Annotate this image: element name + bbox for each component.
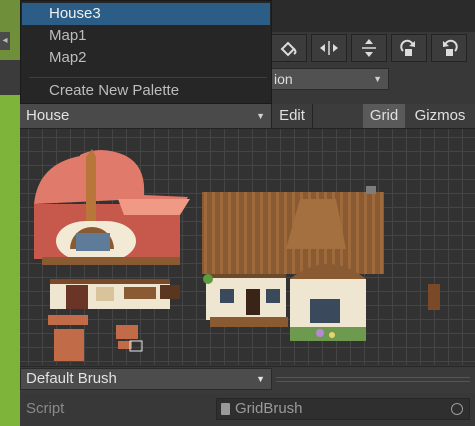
brush-resize-handle[interactable] (276, 377, 470, 382)
object-picker-icon[interactable] (451, 403, 463, 415)
palette-dropdown-value: House (26, 107, 70, 124)
chevron-down-icon: ▼ (256, 111, 265, 121)
palette-tiles-art (34, 149, 440, 361)
script-file-icon (221, 403, 230, 415)
chevron-down-icon: ▼ (256, 374, 265, 384)
flip-horizontal-icon[interactable] (311, 34, 347, 62)
menu-item-house3[interactable]: House3 (22, 3, 270, 25)
script-object-field[interactable]: GridBrush (216, 398, 470, 420)
active-target-value: ion (274, 71, 293, 87)
rotate-clockwise-icon[interactable] (391, 34, 427, 62)
brown-house-tiles (202, 186, 440, 341)
edit-button[interactable]: Edit (272, 104, 313, 128)
palette-dropdown[interactable]: House ▼ (20, 104, 272, 128)
flip-vertical-icon[interactable] (351, 34, 387, 62)
menu-divider (29, 77, 267, 78)
scene-grass-tiles (0, 0, 20, 426)
brush-dropdown[interactable]: Default Brush ▼ (20, 368, 272, 390)
collapse-arrow-icon[interactable]: ◂ (0, 32, 10, 50)
active-target-dropdown[interactable]: ion ▼ (271, 68, 389, 90)
create-new-palette-item[interactable]: Create New Palette (22, 80, 270, 102)
tile-palette-grid[interactable] (20, 129, 475, 365)
script-label: Script (26, 400, 65, 417)
grid-toggle-button[interactable]: Grid (363, 104, 405, 128)
tile-tools-row (271, 34, 475, 64)
menu-item-map1[interactable]: Map1 (22, 25, 270, 47)
palette-dropdown-menu: House3 Map1 Map2 Create New Palette (20, 0, 272, 104)
brush-dropdown-value: Default Brush (26, 370, 117, 387)
script-field-value: GridBrush (235, 400, 303, 417)
pink-house-tiles (34, 149, 190, 361)
scene-preview-strip: ◂ (0, 0, 20, 426)
rotate-counterclockwise-icon[interactable] (431, 34, 467, 62)
gizmos-toggle-button[interactable]: Gizmos (405, 104, 475, 128)
menu-item-map2[interactable]: Map2 (22, 47, 270, 69)
fill-bucket-icon[interactable] (271, 34, 307, 62)
chevron-down-icon: ▼ (373, 74, 382, 84)
